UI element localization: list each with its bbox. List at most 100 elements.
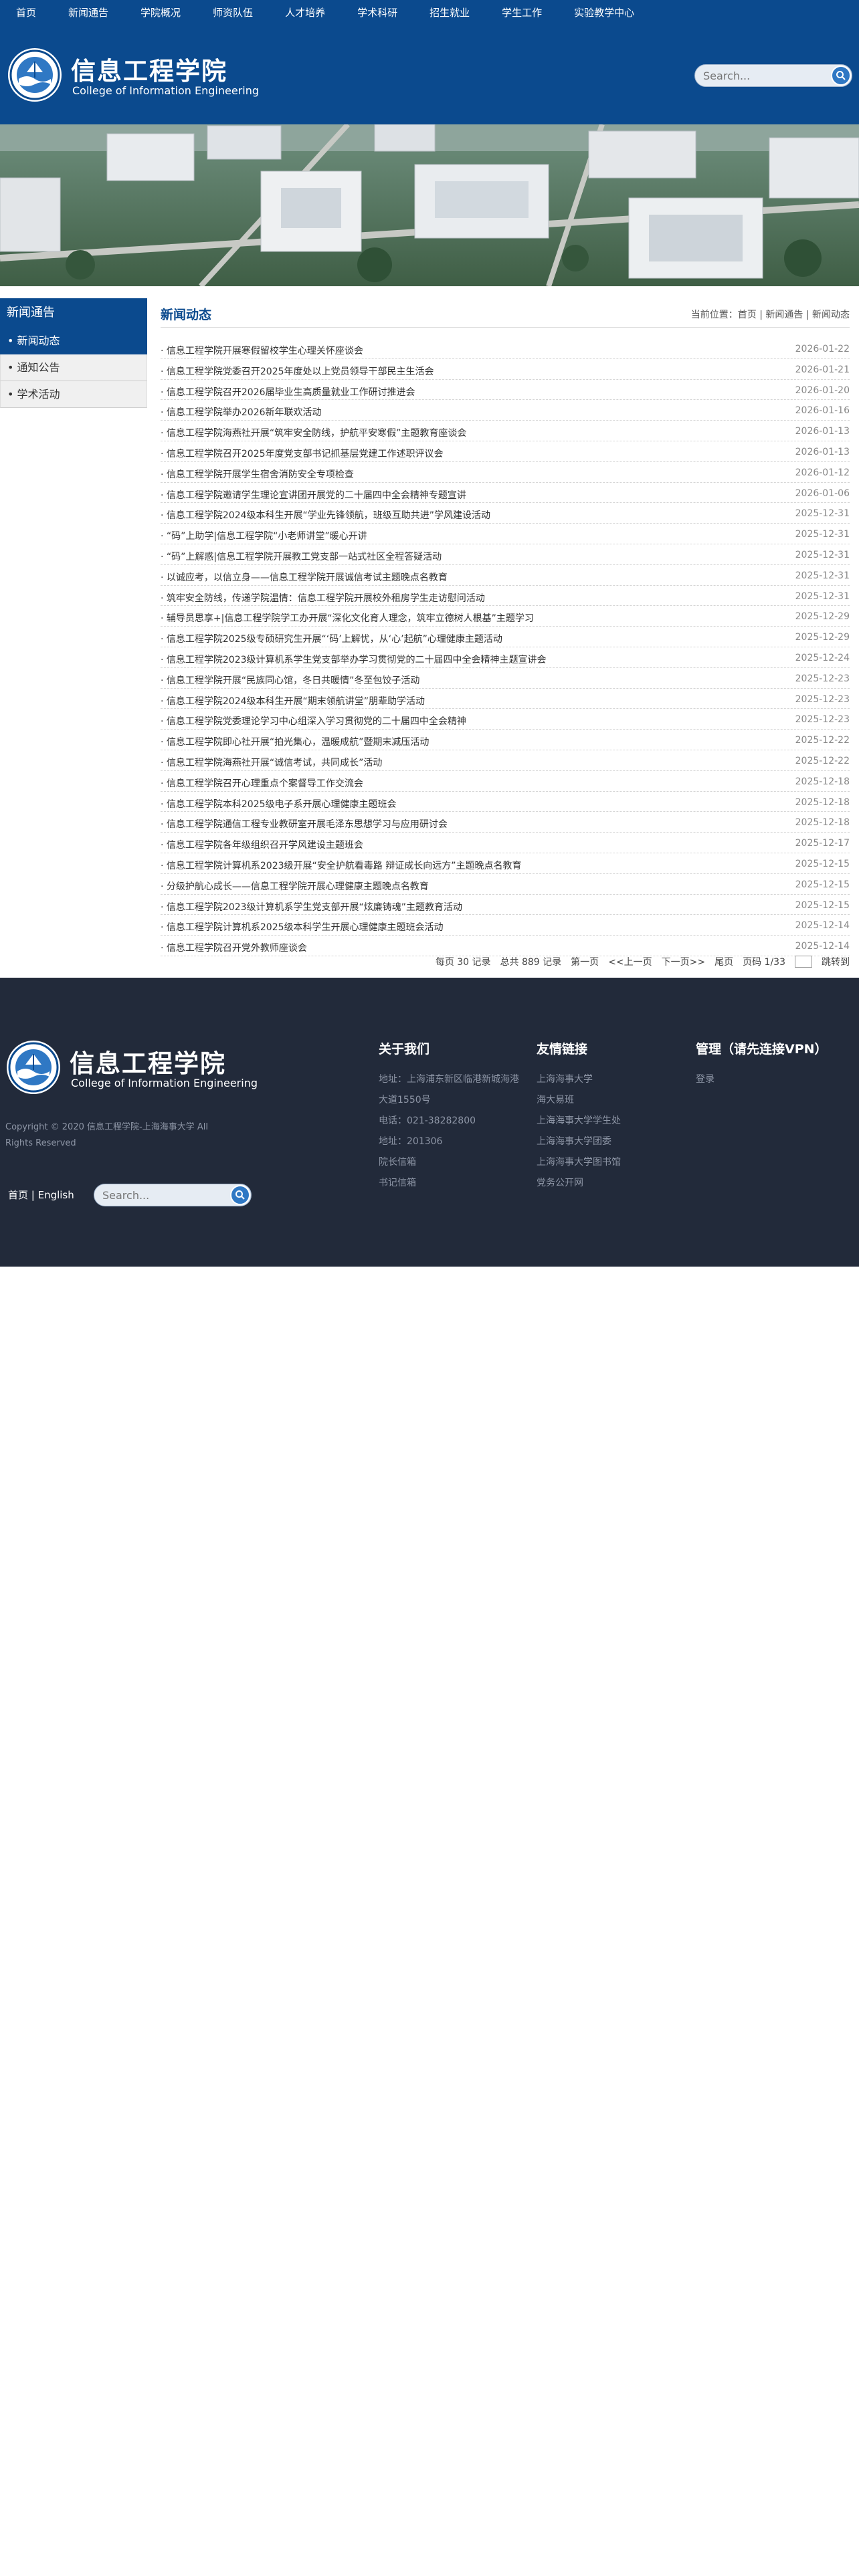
nav-admission[interactable]: 招生就业 <box>413 0 486 25</box>
news-row[interactable]: · 信息工程学院海燕社开展“诚信考试，共同成长”活动 2025-12-22 <box>161 750 850 771</box>
news-row[interactable]: · 信息工程学院计算机系2023级开展“安全护航看毒路 辩证成长向远方”主题晚点… <box>161 853 850 874</box>
news-title-link[interactable]: · 以诚应考，以信立身——信息工程学院开展诚信考试主题晚点名教育 <box>161 570 736 584</box>
news-title-link[interactable]: · 信息工程学院2024级本科生开展“期末领航讲堂”朋辈助学活动 <box>161 694 736 708</box>
news-title-link[interactable]: · 信息工程学院开展学生宿舍消防安全专项检查 <box>161 467 736 481</box>
sidebar-item-academic[interactable]: • 学术活动 <box>0 381 147 408</box>
sidebar-item-notices[interactable]: • 通知公告 <box>0 354 147 381</box>
news-row[interactable]: · “码”上助学|信息工程学院“小老师讲堂”暖心开讲 2025-12-31 <box>161 524 850 544</box>
news-date: 2026-01-16 <box>795 405 850 417</box>
pager-first[interactable]: 第一页 <box>571 955 599 968</box>
news-row[interactable]: · 信息工程学院2024级本科生开展“期末领航讲堂”朋辈助学活动 2025-12-… <box>161 689 850 710</box>
news-row[interactable]: · 信息工程学院党委理论学习中心组深入学习贯彻党的二十届四中全会精神 2025-1… <box>161 709 850 730</box>
footer-secretary-mailbox[interactable]: 书记信箱 <box>379 1173 519 1194</box>
news-title-link[interactable]: · 信息工程学院即心社开展“拍光集心，温暖成航”暨期末减压活动 <box>161 735 736 748</box>
section-header: 新闻动态 当前位置：首页 | 新闻通告 | 新闻动态 <box>161 298 850 328</box>
top-nav: 首页 新闻通告 学院概况 师资队伍 人才培养 学术科研 招生就业 学生工作 实验… <box>0 0 859 25</box>
news-row[interactable]: · 信息工程学院举办2026新年联欢活动 2026-01-16 <box>161 400 850 421</box>
news-title-link[interactable]: · 信息工程学院2024级本科生开展“学业先锋领航，班级互助共进”学风建设活动 <box>161 508 736 522</box>
news-title-link[interactable]: · 辅导员思享+|信息工程学院学工办开展“深化文化育人理念，筑牢立德树人根基”主… <box>161 611 736 625</box>
footer-link[interactable]: 党务公开网 <box>537 1173 621 1194</box>
header-search-input[interactable] <box>703 65 817 86</box>
news-row[interactable]: · 筑牢安全防线，传递学院温情：信息工程学院开展校外租房学生走访慰问活动 2025… <box>161 586 850 607</box>
news-row[interactable]: · 以诚应考，以信立身——信息工程学院开展诚信考试主题晚点名教育 2025-12-… <box>161 565 850 586</box>
pager-prev[interactable]: <<上一页 <box>608 955 652 968</box>
news-title-link[interactable]: · 信息工程学院召开2026届毕业生高质量就业工作研讨推进会 <box>161 385 736 399</box>
news-title-link[interactable]: · 信息工程学院海燕社开展“筑牢安全防线，护航平安寒假”主题教育座谈会 <box>161 426 736 439</box>
news-row[interactable]: · 信息工程学院2023级计算机系学生党支部举办学习贯彻党的二十届四中全会精神主… <box>161 647 850 668</box>
news-title-link[interactable]: · 信息工程学院各年级组织召开学风建设主题班会 <box>161 838 736 851</box>
news-row[interactable]: · 信息工程学院2023级计算机系学生党支部开展“炫廉铸魂”主题教育活动 2025… <box>161 895 850 916</box>
news-row[interactable]: · 信息工程学院计算机系2025级本科学生开展心理健康主题班会活动 2025-12… <box>161 915 850 936</box>
footer-login-link[interactable]: 登录 <box>696 1069 828 1090</box>
pager-go[interactable]: 跳转到 <box>822 955 850 968</box>
nav-research[interactable]: 学术科研 <box>341 0 413 25</box>
nav-news[interactable]: 新闻通告 <box>52 0 124 25</box>
news-row[interactable]: · 信息工程学院开展“民族同心馆，冬日共暖情”冬至包饺子活动 2025-12-23 <box>161 668 850 689</box>
nav-education[interactable]: 人才培养 <box>269 0 341 25</box>
news-title-link[interactable]: · 信息工程学院2025级专硕研究生开展“‘码’上解忧，从‘心’起航”心理健康主… <box>161 632 736 645</box>
news-title-link[interactable]: · 信息工程学院邀请学生理论宣讲团开展党的二十届四中全会精神专题宣讲 <box>161 488 736 502</box>
news-row[interactable]: · 信息工程学院召开心理重点个案督导工作交流会 2025-12-18 <box>161 771 850 792</box>
news-row[interactable]: · 信息工程学院召开2025年度党支部书记抓基层党建工作述职评议会 2026-01… <box>161 441 850 462</box>
pager-last[interactable]: 尾页 <box>714 955 733 968</box>
news-row[interactable]: · 信息工程学院本科2025级电子系开展心理健康主题班会 2025-12-18 <box>161 792 850 813</box>
nav-student-affairs[interactable]: 学生工作 <box>486 0 558 25</box>
news-title-link[interactable]: · 信息工程学院本科2025级电子系开展心理健康主题班会 <box>161 797 736 811</box>
news-title-link[interactable]: · 信息工程学院召开心理重点个案督导工作交流会 <box>161 776 736 790</box>
news-row[interactable]: · 信息工程学院各年级组织召开学风建设主题班会 2025-12-17 <box>161 833 850 853</box>
header-search-button[interactable] <box>831 66 851 86</box>
pager-next[interactable]: 下一页>> <box>662 955 705 968</box>
footer-links-title: 友情链接 <box>537 1042 588 1057</box>
site-logo[interactable]: 信息工程学院 College of Information Engineerin… <box>7 47 261 103</box>
news-title-link[interactable]: · 信息工程学院党委召开2025年度处以上党员领导干部民主生活会 <box>161 364 736 378</box>
news-row[interactable]: · “码”上解惑|信息工程学院开展教工党支部一站式社区全程答疑活动 2025-12… <box>161 544 850 565</box>
news-title-link[interactable]: · 信息工程学院举办2026新年联欢活动 <box>161 405 736 419</box>
news-row[interactable]: · 辅导员思享+|信息工程学院学工办开展“深化文化育人理念，筑牢立德树人根基”主… <box>161 606 850 627</box>
news-title-link[interactable]: · 信息工程学院开展寒假留校学生心理关怀座谈会 <box>161 344 736 357</box>
news-row[interactable]: · 信息工程学院党委召开2025年度处以上党员领导干部民主生活会 2026-01-… <box>161 359 850 380</box>
nav-home[interactable]: 首页 <box>0 0 52 25</box>
pager-jump-input[interactable] <box>795 956 812 968</box>
news-title-link[interactable]: · 信息工程学院计算机系2023级开展“安全护航看毒路 辩证成长向远方”主题晚点… <box>161 859 736 872</box>
news-title-link[interactable]: · 信息工程学院开展“民族同心馆，冬日共暖情”冬至包饺子活动 <box>161 673 736 687</box>
footer-link[interactable]: 海大易班 <box>537 1090 621 1111</box>
news-row[interactable]: · 信息工程学院开展学生宿舍消防安全专项检查 2026-01-12 <box>161 462 850 483</box>
news-row[interactable]: · 信息工程学院2025级专硕研究生开展“‘码’上解忧，从‘心’起航”心理健康主… <box>161 627 850 647</box>
nav-lab-center[interactable]: 实验教学中心 <box>558 0 650 25</box>
news-title-link[interactable]: · “码”上助学|信息工程学院“小老师讲堂”暖心开讲 <box>161 529 736 542</box>
news-title-link[interactable]: · 信息工程学院通信工程专业教研室开展毛泽东思想学习与应用研讨会 <box>161 817 736 831</box>
news-row[interactable]: · 信息工程学院即心社开展“拍光集心，温暖成航”暨期末减压活动 2025-12-2… <box>161 730 850 750</box>
footer-search-input[interactable] <box>102 1184 216 1206</box>
news-title-link[interactable]: · “码”上解惑|信息工程学院开展教工党支部一站式社区全程答疑活动 <box>161 550 736 563</box>
news-row[interactable]: · 信息工程学院通信工程专业教研室开展毛泽东思想学习与应用研讨会 2025-12-… <box>161 812 850 833</box>
footer-link[interactable]: 上海海事大学学生处 <box>537 1111 621 1132</box>
news-title-link[interactable]: · 信息工程学院召开党外教师座谈会 <box>161 941 736 954</box>
news-title-link[interactable]: · 分级护航心成长——信息工程学院开展心理健康主题晚点名教育 <box>161 879 736 893</box>
news-title-link[interactable]: · 筑牢安全防线，传递学院温情：信息工程学院开展校外租房学生走访慰问活动 <box>161 591 736 605</box>
news-row[interactable]: · 信息工程学院邀请学生理论宣讲团开展党的二十届四中全会精神专题宣讲 2026-0… <box>161 483 850 504</box>
news-title-link[interactable]: · 信息工程学院计算机系2025级本科学生开展心理健康主题班会活动 <box>161 920 736 934</box>
nav-overview[interactable]: 学院概况 <box>124 0 197 25</box>
sidebar: 新闻通告 • 新闻动态 • 通知公告 • 学术活动 <box>0 298 147 408</box>
news-title-link[interactable]: · 信息工程学院2023级计算机系学生党支部举办学习贯彻党的二十届四中全会精神主… <box>161 653 736 666</box>
news-date: 2025-12-22 <box>795 735 850 746</box>
footer-link[interactable]: 上海海事大学 <box>537 1069 621 1090</box>
sidebar-item-news[interactable]: • 新闻动态 <box>0 328 147 354</box>
footer-president-mailbox[interactable]: 院长信箱 <box>379 1152 519 1173</box>
footer-link[interactable]: 上海海事大学团委 <box>537 1132 621 1152</box>
nav-faculty[interactable]: 师资队伍 <box>197 0 269 25</box>
news-title-link[interactable]: · 信息工程学院党委理论学习中心组深入学习贯彻党的二十届四中全会精神 <box>161 714 736 728</box>
news-row[interactable]: · 信息工程学院海燕社开展“筑牢安全防线，护航平安寒假”主题教育座谈会 2026-… <box>161 421 850 441</box>
news-date: 2025-12-23 <box>795 714 850 726</box>
news-row[interactable]: · 信息工程学院开展寒假留校学生心理关怀座谈会 2026-01-22 <box>161 338 850 359</box>
news-title-link[interactable]: · 信息工程学院2023级计算机系学生党支部开展“炫廉铸魂”主题教育活动 <box>161 900 736 914</box>
news-row[interactable]: · 信息工程学院2024级本科生开展“学业先锋领航，班级互助共进”学风建设活动 2… <box>161 503 850 524</box>
language-switch[interactable]: 首页 | English <box>8 1188 74 1202</box>
footer-link[interactable]: 上海海事大学图书馆 <box>537 1152 621 1173</box>
news-row[interactable]: · 信息工程学院召开党外教师座谈会 2025-12-14 <box>161 936 850 956</box>
news-row[interactable]: · 分级护航心成长——信息工程学院开展心理健康主题晚点名教育 2025-12-15 <box>161 874 850 895</box>
footer-search-button[interactable] <box>230 1185 250 1205</box>
news-title-link[interactable]: · 信息工程学院召开2025年度党支部书记抓基层党建工作述职评议会 <box>161 447 736 460</box>
news-row[interactable]: · 信息工程学院召开2026届毕业生高质量就业工作研讨推进会 2026-01-20 <box>161 380 850 401</box>
news-title-link[interactable]: · 信息工程学院海燕社开展“诚信考试，共同成长”活动 <box>161 756 736 769</box>
